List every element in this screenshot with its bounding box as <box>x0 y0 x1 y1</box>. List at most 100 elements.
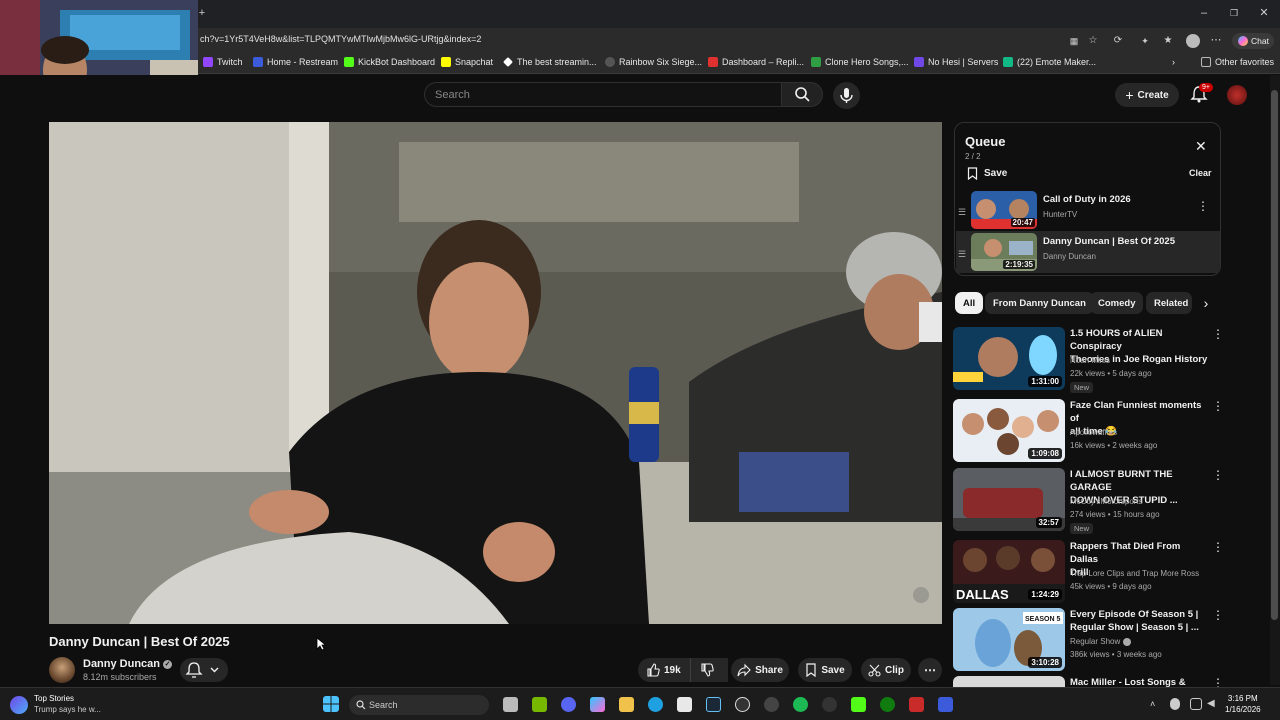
chip-comedy[interactable]: Comedy <box>1090 292 1144 314</box>
video-channel[interactable]: Regular Show <box>1070 637 1132 646</box>
chip-related[interactable]: Related <box>1146 292 1192 314</box>
steam-icon[interactable] <box>706 697 721 712</box>
search-input[interactable]: Search <box>424 82 782 107</box>
more-vertical-icon[interactable]: ⋮ <box>1212 676 1223 687</box>
video-player[interactable] <box>49 122 942 624</box>
news-widget-icon[interactable] <box>10 696 28 714</box>
volume-icon[interactable]: ◀ <box>1207 698 1219 710</box>
other-favorites[interactable]: Other favorites <box>1201 57 1274 67</box>
bookmark-no-hesi[interactable]: No Hesi | Servers <box>914 57 998 67</box>
recommended-video[interactable]: 32:57 I ALMOST BURNT THE GARAGE DOWN OVER… <box>953 468 1224 534</box>
bookmark-streaming[interactable]: The best streamin... <box>503 57 597 67</box>
extensions-icon[interactable]: ✦ <box>1139 35 1151 47</box>
adobe-icon[interactable] <box>909 697 924 712</box>
bookmark-clone-hero[interactable]: Clone Hero Songs,... <box>811 57 909 67</box>
refresh-extension-icon[interactable]: ⟳ <box>1112 35 1124 47</box>
more-vertical-icon[interactable]: ⋮ <box>1212 468 1224 482</box>
bookmark-kickbot[interactable]: KickBot Dashboard <box>344 57 435 67</box>
video-title: Every Episode Of Season 5 | Regular Show … <box>1070 609 1199 633</box>
queue-close-icon[interactable]: ✕ <box>1195 138 1207 155</box>
queue-item-title: Danny Duncan | Best Of 2025 <box>1043 236 1176 247</box>
recommended-video[interactable]: Mac Miller - Lost Songs & ⋮ <box>953 676 1223 687</box>
more-actions-button[interactable]: ⋯ <box>918 658 942 682</box>
queue-clear-button[interactable]: Clear <box>1189 168 1212 178</box>
more-vertical-icon[interactable]: ⋮ <box>1197 199 1209 213</box>
recommended-video[interactable]: DALLAS 1:24:29 Rappers That Died From Da… <box>953 540 1224 604</box>
store-icon[interactable] <box>677 697 692 712</box>
chip-all[interactable]: All <box>955 292 984 314</box>
app-icon[interactable] <box>938 697 953 712</box>
nvidia-icon[interactable] <box>532 697 547 712</box>
share-button[interactable]: Share <box>731 658 789 682</box>
browser-menu-icon[interactable]: ⋯ <box>1210 34 1222 46</box>
network-icon[interactable] <box>1190 698 1202 710</box>
scrollbar-thumb[interactable] <box>1271 90 1278 620</box>
queue-item-current[interactable]: ☰ 2:19:35 Danny Duncan | Best Of 2025 Da… <box>956 231 1220 273</box>
minimize-icon[interactable]: – <box>1198 7 1210 19</box>
queue-item[interactable]: ☰ 20:47 Call of Duty in 2026 HunterTV ⋮ <box>956 189 1220 231</box>
maximize-icon[interactable]: ❐ <box>1228 7 1240 19</box>
drag-handle-icon[interactable]: ☰ <box>958 249 966 260</box>
windows-start-icon[interactable] <box>323 696 339 712</box>
channel-avatar[interactable] <box>49 657 75 683</box>
dislike-button[interactable] <box>690 658 722 682</box>
no-hesi-icon <box>914 57 924 67</box>
chip-from-danny-duncan[interactable]: From Danny Duncan <box>985 292 1094 314</box>
copilot-chat-button[interactable]: Chat <box>1232 33 1274 49</box>
taskbar-clock[interactable]: 3:16 PM 1/16/2026 <box>1225 693 1261 715</box>
recommended-video[interactable]: SEASON 5 3:10:28 Every Episode Of Season… <box>953 608 1224 672</box>
video-channel[interactable]: Trap Lore Clips and Trap More Ross <box>1070 569 1199 578</box>
subscription-notifications-button[interactable] <box>180 658 228 682</box>
more-vertical-icon[interactable]: ⋮ <box>1212 608 1224 622</box>
queue-save-button[interactable]: Save <box>967 167 1007 180</box>
bookmark-r6[interactable]: Rainbow Six Siege... <box>605 57 702 67</box>
recommended-video[interactable]: 1:31:00 1.5 HOURS of ALIEN Conspiracy The… <box>953 327 1224 393</box>
recommended-video[interactable]: 1:09:08 Faze Clan Funniest moments of all… <box>953 399 1224 463</box>
bookmarks-overflow-icon[interactable]: › <box>1172 57 1175 67</box>
chips-next-icon[interactable]: › <box>1196 292 1216 314</box>
profile-avatar-icon[interactable] <box>1186 34 1200 48</box>
video-thumbnail: 1:31:00 <box>953 327 1065 390</box>
edge-browser-icon[interactable] <box>648 697 663 712</box>
4k-downloader-icon[interactable] <box>822 697 837 712</box>
news-widget-subtitle[interactable]: Trump says he w... <box>34 705 101 714</box>
app-available-icon[interactable]: ▦ <box>1068 35 1080 47</box>
search-button[interactable] <box>781 82 823 107</box>
settings-gear-icon[interactable] <box>764 697 779 712</box>
more-vertical-icon[interactable]: ⋮ <box>1212 540 1224 554</box>
voice-search-button[interactable] <box>833 82 860 109</box>
bookmark-emote-maker[interactable]: (22) Emote Maker... <box>1003 57 1096 67</box>
copilot-app-icon[interactable] <box>590 697 605 712</box>
spotify-icon[interactable] <box>793 697 808 712</box>
discord-icon[interactable] <box>561 697 576 712</box>
bookmark-repli[interactable]: Dashboard – Repli... <box>708 57 804 67</box>
save-video-button[interactable]: Save <box>798 658 852 682</box>
close-window-icon[interactable]: ✕ <box>1258 7 1270 19</box>
xbox-icon[interactable] <box>880 697 895 712</box>
channel-name[interactable]: Danny Duncan ✓ <box>83 658 173 670</box>
taskbar-search-box[interactable]: Search <box>349 695 489 715</box>
tray-overflow-icon[interactable]: ˄ <box>1150 699 1160 709</box>
more-vertical-icon[interactable]: ⋮ <box>1212 327 1224 341</box>
favorites-icon[interactable]: ★ <box>1162 35 1174 47</box>
obs-icon[interactable] <box>735 697 750 712</box>
bookmark-twitch[interactable]: Twitch <box>203 57 243 67</box>
microphone-tray-icon[interactable] <box>1170 698 1180 710</box>
task-view-icon[interactable] <box>503 697 518 712</box>
drag-handle-icon[interactable]: ☰ <box>958 207 966 218</box>
favorite-star-icon[interactable]: ☆ <box>1087 35 1099 47</box>
video-channel[interactable]: Apollowaffles <box>1070 428 1117 437</box>
url-text[interactable]: ch?v=1Yr5T4VeH8w&list=TLPQMTYwMTIwMjbMw6… <box>200 34 481 44</box>
clip-button[interactable]: Clip <box>861 658 911 682</box>
kick-icon[interactable] <box>851 697 866 712</box>
queue-thumbnail: 2:19:35 <box>971 233 1037 271</box>
account-avatar[interactable] <box>1227 85 1247 105</box>
more-vertical-icon[interactable]: ⋮ <box>1212 399 1224 413</box>
file-explorer-icon[interactable] <box>619 697 634 712</box>
bookmark-snapchat[interactable]: Snapchat <box>441 57 493 67</box>
video-channel[interactable]: McCoy'sMotorsports <box>1070 497 1143 506</box>
bookmark-restream[interactable]: Home - Restream <box>253 57 338 67</box>
create-button[interactable]: + Create <box>1115 83 1179 107</box>
video-channel[interactable]: Noah Miles <box>1070 356 1110 365</box>
news-widget-title[interactable]: Top Stories <box>34 694 74 703</box>
